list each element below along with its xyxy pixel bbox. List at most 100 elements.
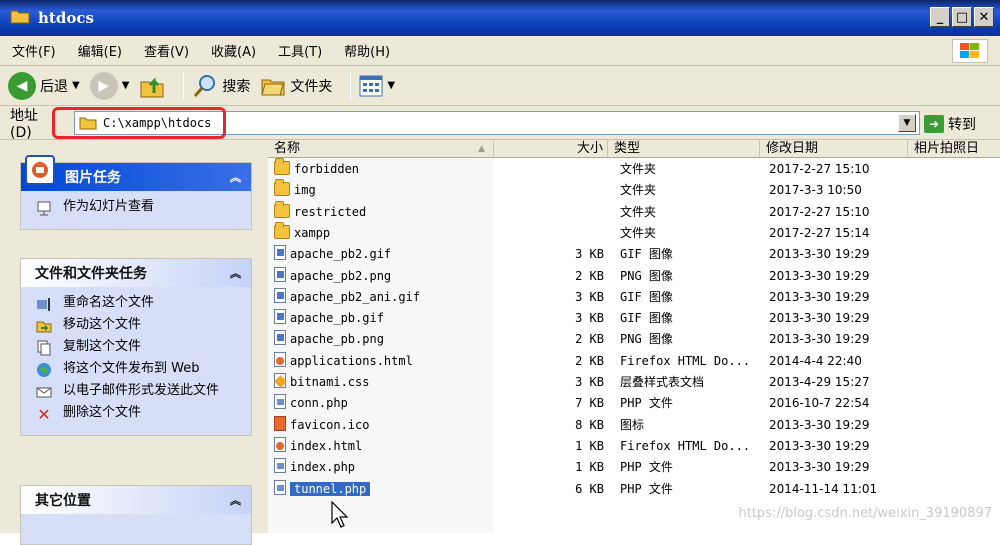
picture-tasks-icon: [25, 155, 55, 185]
file-row[interactable]: apache_pb.png 2 KB PNG 图像 2013-3-30 19:29: [268, 329, 1000, 350]
column-header-photo-date[interactable]: 相片拍照日: [908, 140, 1000, 158]
task-publish-web[interactable]: 将这个文件发布到 Web: [35, 361, 241, 379]
task-move[interactable]: 移动这个文件: [35, 317, 241, 335]
minimize-button[interactable]: _: [930, 7, 950, 27]
other-places-title: 其它位置: [35, 493, 91, 509]
file-row[interactable]: index.php 1 KB PHP 文件 2013-3-30 19:29: [268, 457, 1000, 478]
column-header-name[interactable]: 名称 ▲: [268, 140, 494, 158]
address-highlight-box: [52, 107, 226, 139]
file-modified: 2017-2-27 15:14: [769, 225, 870, 240]
task-copy[interactable]: 复制这个文件: [35, 339, 241, 357]
file-modified: 2013-3-30 19:29: [769, 460, 870, 475]
file-name-cell[interactable]: conn.php: [274, 393, 348, 414]
task-email[interactable]: 以电子邮件形式发送此文件: [35, 383, 241, 401]
column-header-type[interactable]: 类型: [608, 140, 760, 158]
file-size: 6 KB: [575, 481, 604, 496]
file-row[interactable]: apache_pb2.gif 3 KB GIF 图像 2013-3-30 19:29: [268, 244, 1000, 265]
publish-web-icon: [35, 361, 53, 379]
file-row[interactable]: bitnami.css 3 KB 层叠样式表文档 2013-4-29 15:27: [268, 372, 1000, 393]
menu-view[interactable]: 查看(V): [144, 41, 189, 60]
file-name-cell[interactable]: tunnel.php: [274, 479, 371, 500]
go-button[interactable]: ➜ 转到: [924, 114, 976, 134]
task-rename[interactable]: 重命名这个文件: [35, 295, 241, 313]
file-type: 图标: [620, 417, 645, 432]
other-places-header[interactable]: 其它位置 ︽: [21, 486, 251, 514]
menu-edit[interactable]: 编辑(E): [78, 41, 122, 60]
search-button[interactable]: 搜索: [192, 73, 250, 99]
file-row[interactable]: conn.php 7 KB PHP 文件 2016-10-7 22:54: [268, 393, 1000, 414]
file-list: 名称 ▲ 大小 类型 修改日期 相片拍照日 forbidden 文件夹 2017-2…: [268, 140, 1000, 533]
file-name-cell[interactable]: favicon.ico: [274, 415, 369, 436]
picture-tasks-header[interactable]: 图片任务 ︽: [21, 155, 251, 191]
folders-label: 文件夹: [290, 78, 333, 95]
file-name: restricted: [294, 204, 367, 219]
forward-dropdown-icon[interactable]: ▼: [122, 80, 130, 91]
file-name-cell[interactable]: apache_pb2.gif: [274, 244, 391, 265]
php-file-icon: [274, 479, 286, 495]
file-tasks-header[interactable]: 文件和文件夹任务 ︽: [21, 259, 251, 287]
collapse-chevron-icon[interactable]: ︽: [230, 492, 241, 508]
file-name-cell[interactable]: bitnami.css: [274, 372, 369, 393]
back-dropdown-icon[interactable]: ▼: [72, 80, 80, 91]
file-name-cell[interactable]: apache_pb.gif: [274, 308, 384, 329]
collapse-chevron-icon[interactable]: ︽: [230, 265, 241, 281]
address-dropdown-button[interactable]: ▼: [898, 114, 916, 132]
file-row[interactable]: img 文件夹 2017-3-3 10:50: [268, 179, 1000, 201]
file-name-cell[interactable]: applications.html: [274, 351, 413, 372]
folder-icon: [274, 221, 290, 239]
go-arrow-icon: ➜: [924, 115, 944, 133]
file-name-cell[interactable]: apache_pb2.png: [274, 266, 391, 287]
picture-tasks-body: 作为幻灯片查看: [21, 191, 251, 229]
maximize-button[interactable]: □: [952, 7, 972, 27]
file-row[interactable]: index.html 1 KB Firefox HTML Do... 2013-3-3…: [268, 436, 1000, 457]
file-row[interactable]: favicon.ico 8 KB 图标 2013-3-30 19:29: [268, 415, 1000, 436]
column-header-modified[interactable]: 修改日期: [760, 140, 908, 158]
file-row[interactable]: forbidden 文件夹 2017-2-27 15:10: [268, 158, 1000, 180]
file-modified: 2014-4-4 22:40: [769, 353, 862, 368]
file-type: Firefox HTML Do...: [620, 438, 751, 453]
other-places-body: [21, 514, 251, 544]
column-label: 类型: [614, 141, 641, 156]
file-name: bitnami.css: [290, 375, 370, 389]
menu-file[interactable]: 文件(F): [12, 41, 56, 60]
file-name-cell[interactable]: apache_pb.png: [274, 329, 384, 350]
views-dropdown-icon[interactable]: ▼: [387, 80, 395, 91]
file-name-cell[interactable]: img: [274, 179, 316, 201]
file-row[interactable]: tunnel.php 6 KB PHP 文件 2014-11-14 11:01: [268, 479, 1000, 500]
back-label: 后退: [40, 78, 68, 95]
file-name-cell[interactable]: forbidden: [274, 158, 359, 180]
html-file-icon: [274, 351, 286, 367]
task-slideshow[interactable]: 作为幻灯片查看: [35, 199, 241, 217]
menu-favorites[interactable]: 收藏(A): [211, 41, 256, 60]
views-button[interactable]: ▼: [359, 75, 395, 97]
file-name-cell[interactable]: restricted: [274, 200, 367, 223]
file-name: apache_pb2_ani.gif: [290, 289, 421, 304]
file-name-cell[interactable]: apache_pb2_ani.gif: [274, 287, 420, 308]
file-row[interactable]: apache_pb2_ani.gif 3 KB GIF 图像 2013-3-30 19…: [268, 287, 1000, 308]
file-name-cell[interactable]: index.html: [274, 436, 362, 457]
file-name-cell[interactable]: xampp: [274, 221, 330, 244]
back-button[interactable]: ◀ 后退 ▼: [8, 71, 80, 100]
task-delete[interactable]: ✕ 删除这个文件: [35, 405, 241, 423]
file-type: PNG 图像: [620, 332, 673, 347]
collapse-chevron-icon[interactable]: ︽: [230, 169, 241, 185]
ico-file-icon: [274, 415, 286, 431]
menu-tools[interactable]: 工具(T): [278, 41, 322, 60]
file-row[interactable]: apache_pb.gif 3 KB GIF 图像 2013-3-30 19:29: [268, 308, 1000, 329]
file-row[interactable]: xampp 文件夹 2017-2-27 15:14: [268, 221, 1000, 244]
file-row[interactable]: apache_pb2.png 2 KB PNG 图像 2013-3-30 19:29: [268, 266, 1000, 287]
toolbar-separator: [350, 71, 352, 100]
folders-button[interactable]: 文件夹: [260, 74, 332, 98]
file-size: 2 KB: [575, 353, 604, 368]
forward-button[interactable]: ▶ ▼: [89, 71, 130, 100]
task-label: 将这个文件发布到 Web: [63, 361, 200, 376]
file-row[interactable]: applications.html 2 KB Firefox HTML Do... 2…: [268, 351, 1000, 372]
file-name-cell[interactable]: index.php: [274, 457, 355, 478]
file-row[interactable]: restricted 文件夹 2017-2-27 15:10: [268, 200, 1000, 223]
column-header-size[interactable]: 大小: [494, 140, 608, 158]
up-folder-button[interactable]: [139, 73, 165, 99]
column-header-row: 名称 ▲ 大小 类型 修改日期 相片拍照日: [268, 140, 1000, 158]
menu-help[interactable]: 帮助(H): [344, 41, 390, 60]
close-button[interactable]: ✕: [974, 7, 994, 27]
go-label: 转到: [948, 117, 976, 133]
